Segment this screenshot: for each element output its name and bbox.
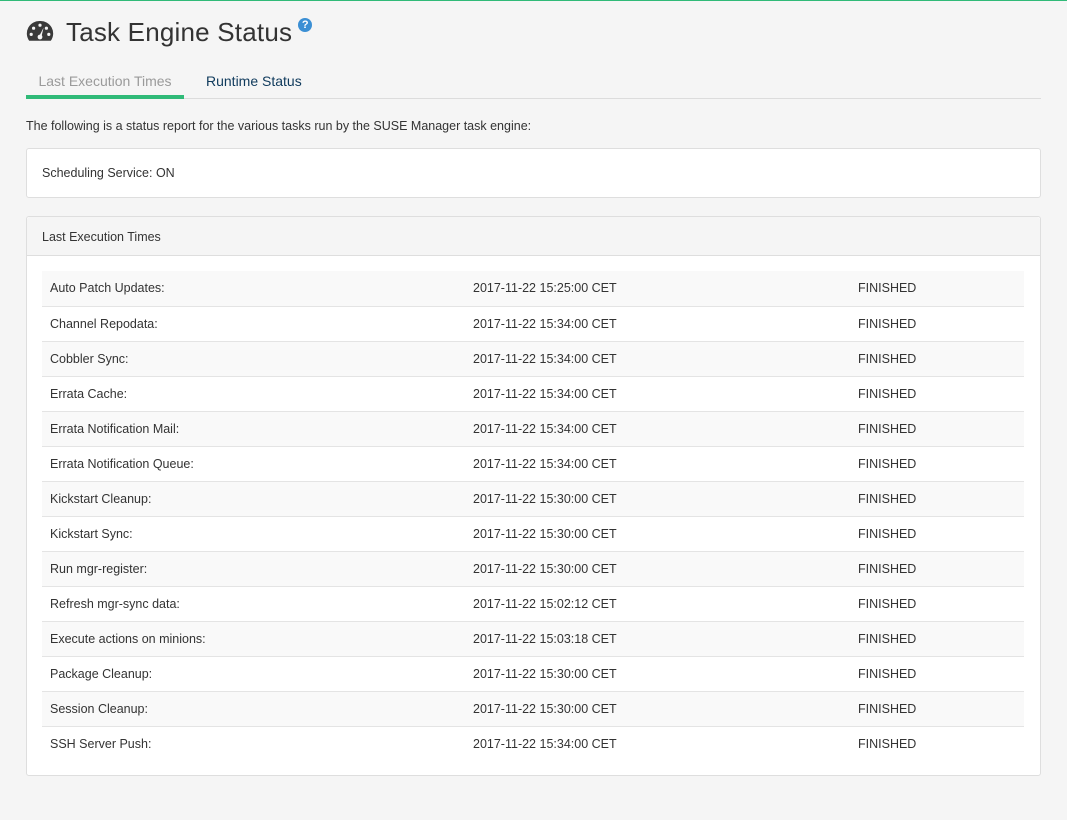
task-status: FINISHED xyxy=(858,281,917,296)
task-status: FINISHED xyxy=(850,375,1024,411)
table-row: Auto Patch Updates: 2017-11-22 15:25:00 C… xyxy=(42,271,1024,306)
scheduling-service-panel: Scheduling Service: ON xyxy=(26,148,1041,198)
scheduling-service-status: Scheduling Service: ON xyxy=(42,166,175,180)
task-last-run: 2017-11-22 15:34:00 CET xyxy=(465,375,850,411)
task-last-run: 2017-11-22 15:30:00 CET xyxy=(465,550,850,586)
task-status: FINISHED xyxy=(850,655,1024,691)
task-status: FINISHED xyxy=(850,550,1024,586)
task-name: Kickstart Sync: xyxy=(42,515,465,551)
table-row: Refresh mgr-sync data: 2017-11-22 15:02:1… xyxy=(42,585,1024,621)
task-name: Kickstart Cleanup: xyxy=(42,480,465,516)
page-title: Task Engine Status xyxy=(66,16,293,47)
tab-last-execution-times[interactable]: Last Execution Times xyxy=(26,66,184,99)
table-row: Execute actions on minions: 2017-11-22 15… xyxy=(42,620,1024,656)
task-status: FINISHED xyxy=(850,515,1024,551)
tab-bar: Last Execution Times Runtime Status xyxy=(26,66,1041,99)
task-name: Errata Cache: xyxy=(42,375,465,411)
task-name: Auto Patch Updates: xyxy=(50,281,165,296)
task-status: FINISHED xyxy=(850,305,1024,341)
table-row: Kickstart Cleanup: 2017-11-22 15:30:00 CE… xyxy=(42,480,1024,516)
tachometer-icon xyxy=(26,20,54,41)
task-name: Session Cleanup: xyxy=(42,690,465,726)
task-last-run: 2017-11-22 15:03:18 CET xyxy=(465,620,850,656)
task-last-run: 2017-11-22 15:25:00 CET xyxy=(473,281,617,296)
task-last-run: 2017-11-22 15:34:00 CET xyxy=(465,305,850,341)
task-name: Channel Repodata: xyxy=(42,305,465,341)
task-name: Cobbler Sync: xyxy=(42,340,465,376)
page-header: Task Engine Status ? xyxy=(26,14,313,50)
last-execution-times-panel: Last Execution Times Auto Patch Updates:… xyxy=(26,216,1041,776)
table-row: Kickstart Sync: 2017-11-22 15:30:00 CET FI… xyxy=(42,515,1024,551)
task-name: Refresh mgr-sync data: xyxy=(42,585,465,621)
task-last-run: 2017-11-22 15:30:00 CET xyxy=(465,655,850,691)
panel-heading: Last Execution Times xyxy=(27,217,1040,256)
table-row: Errata Cache: 2017-11-22 15:34:00 CET FINI… xyxy=(42,375,1024,411)
task-status: FINISHED xyxy=(850,620,1024,656)
task-name: SSH Server Push: xyxy=(42,725,465,761)
task-status: FINISHED xyxy=(850,410,1024,446)
execution-times-table: Auto Patch Updates: 2017-11-22 15:25:00 C… xyxy=(42,271,1024,761)
question-circle-icon[interactable]: ? xyxy=(298,18,313,32)
intro-text: The following is a status report for the… xyxy=(26,119,532,133)
table-row: Cobbler Sync: 2017-11-22 15:34:00 CET FINI… xyxy=(42,340,1024,376)
task-name: Errata Notification Queue: xyxy=(42,445,465,481)
task-last-run: 2017-11-22 15:34:00 CET xyxy=(465,340,850,376)
task-last-run: 2017-11-22 15:30:00 CET xyxy=(465,515,850,551)
task-status: FINISHED xyxy=(850,690,1024,726)
tab-runtime-status[interactable]: Runtime Status xyxy=(206,66,302,95)
task-last-run: 2017-11-22 15:34:00 CET xyxy=(465,410,850,446)
table-row: SSH Server Push: 2017-11-22 15:34:00 CET F… xyxy=(42,725,1024,761)
task-status: FINISHED xyxy=(850,445,1024,481)
table-row: Errata Notification Mail: 2017-11-22 15:3… xyxy=(42,410,1024,446)
table-row: Package Cleanup: 2017-11-22 15:30:00 CET F… xyxy=(42,655,1024,691)
table-row: Channel Repodata: 2017-11-22 15:34:00 CET… xyxy=(42,305,1024,341)
task-status: FINISHED xyxy=(850,480,1024,516)
task-status: FINISHED xyxy=(850,725,1024,761)
task-name: Execute actions on minions: xyxy=(42,620,465,656)
task-last-run: 2017-11-22 15:34:00 CET xyxy=(465,725,850,761)
task-status: FINISHED xyxy=(850,585,1024,621)
table-row: Session Cleanup: 2017-11-22 15:30:00 CET F… xyxy=(42,690,1024,726)
table-row: Run mgr-register: 2017-11-22 15:30:00 CET… xyxy=(42,550,1024,586)
task-last-run: 2017-11-22 15:30:00 CET xyxy=(465,480,850,516)
task-name: Run mgr-register: xyxy=(42,550,465,586)
top-accent-line xyxy=(0,0,1067,1)
task-last-run: 2017-11-22 15:34:00 CET xyxy=(465,445,850,481)
task-name: Package Cleanup: xyxy=(42,655,465,691)
table-row: Errata Notification Queue: 2017-11-22 15:… xyxy=(42,445,1024,481)
task-last-run: 2017-11-22 15:02:12 CET xyxy=(465,585,850,621)
task-status: FINISHED xyxy=(850,340,1024,376)
task-name: Errata Notification Mail: xyxy=(42,410,465,446)
task-last-run: 2017-11-22 15:30:00 CET xyxy=(465,690,850,726)
